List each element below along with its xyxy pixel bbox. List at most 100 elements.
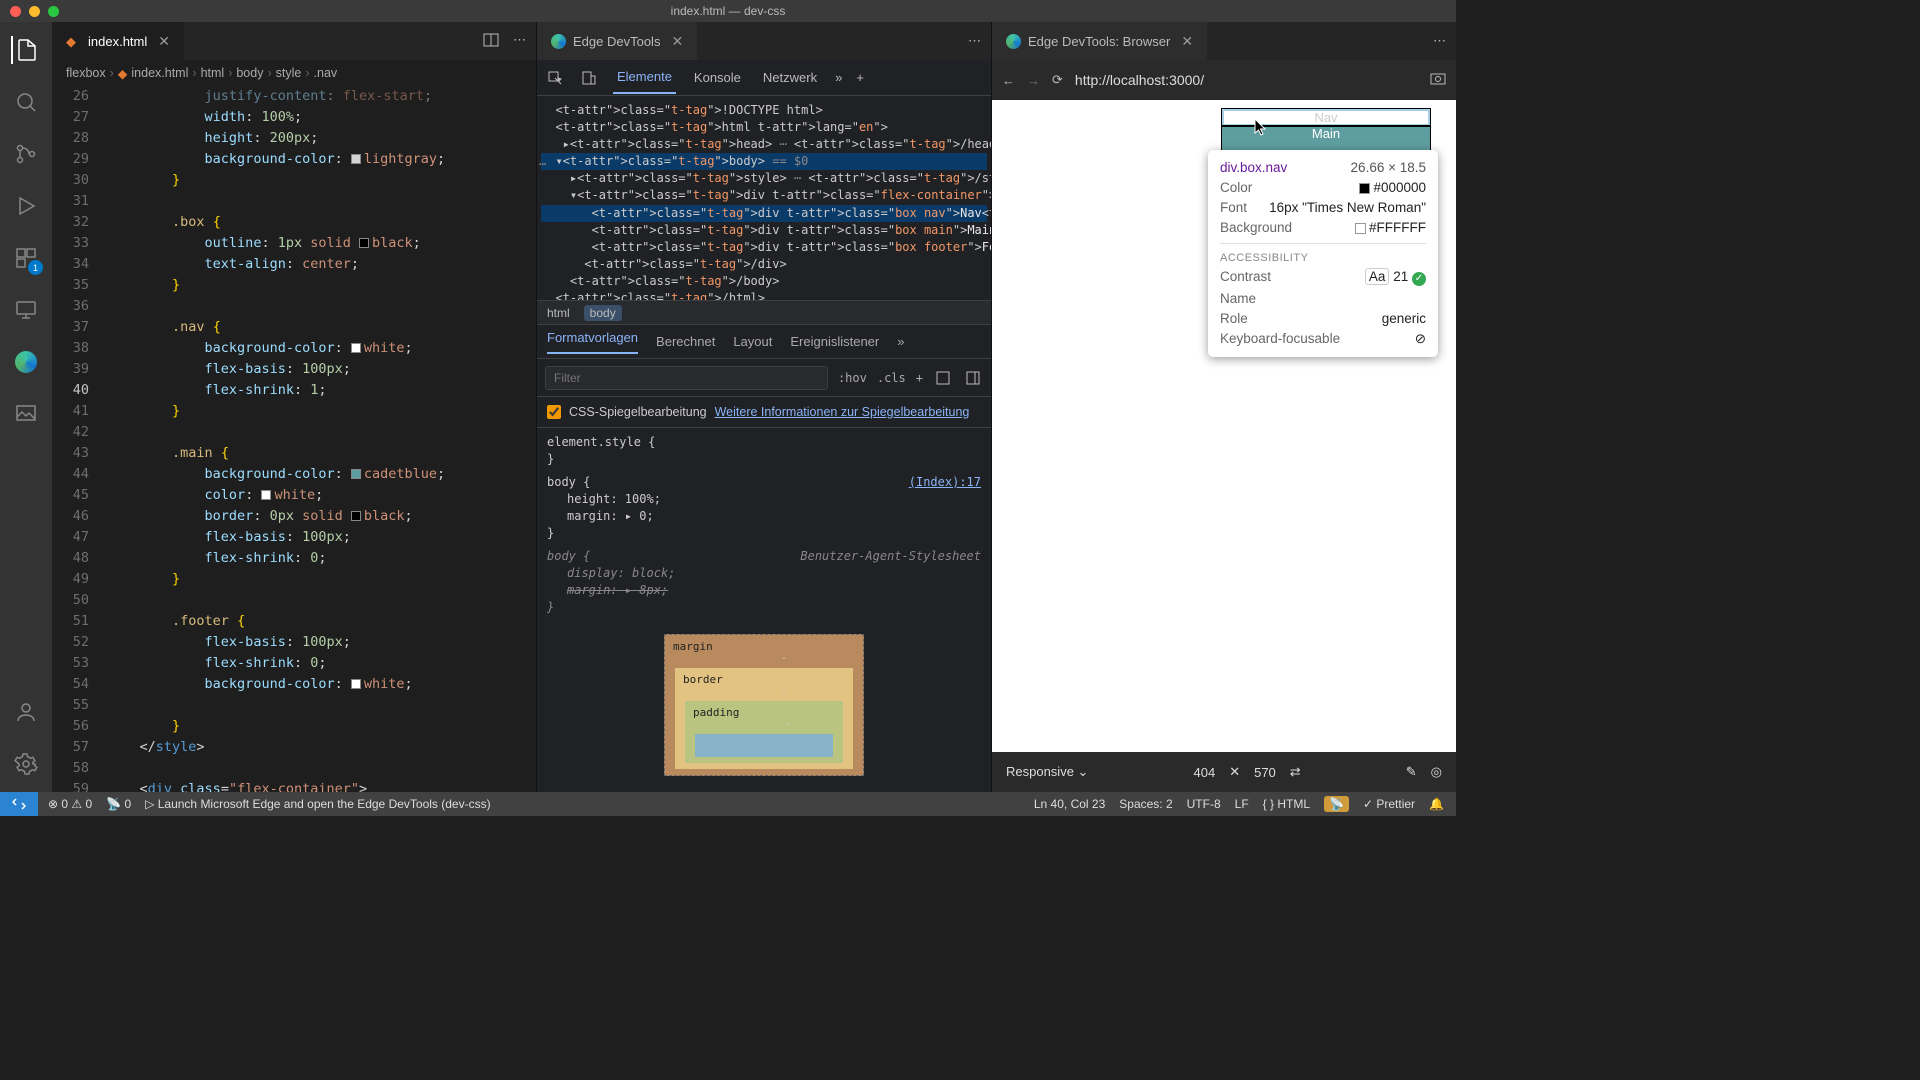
devtools-tab-row: Edge DevTools ✕ ⋯ bbox=[537, 22, 991, 60]
image-icon[interactable] bbox=[12, 400, 40, 428]
html-file-icon: ◆ bbox=[66, 34, 81, 49]
edge-icon bbox=[551, 34, 566, 49]
dom-breadcrumb[interactable]: html body bbox=[537, 301, 991, 325]
more-icon[interactable]: ⋯ bbox=[1433, 33, 1446, 49]
activity-bar bbox=[0, 22, 52, 792]
cls-button[interactable]: .cls bbox=[877, 371, 906, 385]
window-title: index.html — dev-css bbox=[671, 4, 786, 18]
encoding[interactable]: UTF-8 bbox=[1187, 797, 1221, 811]
browser-panel: Edge DevTools: Browser ✕ ⋯ ← → ⟳ Nav Mai… bbox=[992, 22, 1456, 792]
browser-tab-row: Edge DevTools: Browser ✕ ⋯ bbox=[992, 22, 1456, 60]
inspector-tooltip: div.box.nav26.66 × 18.5 Color#000000 Fon… bbox=[1208, 150, 1438, 357]
status-bar: ⊗ 0 ⚠ 0 📡 0 ▷ Launch Microsoft Edge and … bbox=[0, 792, 1456, 816]
not-focusable-icon: ⊘ bbox=[1415, 331, 1426, 347]
dimension-separator: ✕ bbox=[1229, 764, 1240, 780]
window-minimize[interactable] bbox=[29, 6, 40, 17]
launch-edge-button[interactable]: ▷ Launch Microsoft Edge and open the Edg… bbox=[145, 797, 490, 811]
close-icon[interactable]: ✕ bbox=[158, 33, 170, 50]
rotate-icon[interactable]: ⇄ bbox=[1290, 764, 1301, 780]
viewport-height[interactable]: 570 bbox=[1254, 765, 1276, 780]
reload-icon[interactable]: ⟳ bbox=[1052, 72, 1063, 88]
mirror-checkbox[interactable] bbox=[547, 405, 561, 419]
preview-canvas[interactable]: Nav Main Footer div.box.nav26.66 × 18.5 … bbox=[992, 100, 1456, 752]
remote-button[interactable] bbox=[0, 792, 38, 816]
indent-setting[interactable]: Spaces: 2 bbox=[1119, 797, 1172, 811]
settings-icon[interactable] bbox=[12, 750, 40, 778]
split-editor-icon[interactable] bbox=[483, 32, 499, 51]
device-toggle-icon[interactable] bbox=[579, 68, 599, 88]
mirror-info-link[interactable]: Weitere Informationen zur Spiegelbearbei… bbox=[715, 405, 970, 419]
responsive-bar: Responsive ⌄ 404 ✕ 570 ⇄ ✎ ◎ bbox=[992, 752, 1456, 792]
target-icon[interactable]: ◎ bbox=[1431, 764, 1442, 780]
extensions-icon[interactable] bbox=[12, 244, 40, 272]
filter-input[interactable] bbox=[545, 366, 828, 390]
editor-code: ◆ index.html ✕ ⋯ flexbox› ◆index.html› h… bbox=[52, 22, 537, 792]
tab-browser[interactable]: Edge DevTools: Browser ✕ bbox=[992, 22, 1207, 60]
go-live-icon[interactable]: 📡 bbox=[1324, 796, 1349, 812]
styles-filter-row: :hov .cls + bbox=[537, 359, 991, 397]
tab-styles[interactable]: Formatvorlagen bbox=[547, 330, 638, 354]
css-mirror-row: CSS-Spiegelbearbeitung Weitere Informati… bbox=[537, 397, 991, 428]
edge-icon bbox=[1006, 34, 1021, 49]
code-editor[interactable]: 2627282930313233343536373839404142434445… bbox=[52, 86, 536, 792]
close-icon[interactable]: ✕ bbox=[1181, 33, 1193, 50]
devtools-toolbar: Elemente Konsole Netzwerk » + bbox=[537, 60, 991, 96]
styles-tabs: Formatvorlagen Berechnet Layout Ereignis… bbox=[537, 325, 991, 359]
errors-count[interactable]: ⊗ 0 ⚠ 0 bbox=[48, 797, 92, 811]
source-control-icon[interactable] bbox=[12, 140, 40, 168]
computed-toggle-icon[interactable] bbox=[933, 368, 953, 388]
close-icon[interactable]: ✕ bbox=[671, 33, 683, 50]
tab-label: Edge DevTools bbox=[573, 34, 660, 49]
color-picker-icon[interactable]: ✎ bbox=[1406, 764, 1417, 780]
box-model[interactable]: margin- border- padding- bbox=[664, 634, 864, 776]
url-input[interactable] bbox=[1075, 72, 1418, 88]
tab-network[interactable]: Netzwerk bbox=[759, 62, 821, 93]
dom-tree[interactable]: ⋯ <t-attr">class="t-tag">!DOCTYPE html> … bbox=[537, 96, 991, 301]
port-forward[interactable]: 📡 0 bbox=[106, 797, 131, 811]
search-icon[interactable] bbox=[12, 88, 40, 116]
styles-body[interactable]: element.style { } body {(Index):17 heigh… bbox=[537, 428, 991, 792]
tab-elements[interactable]: Elemente bbox=[613, 61, 676, 94]
account-icon[interactable] bbox=[12, 698, 40, 726]
titlebar: index.html — dev-css bbox=[0, 0, 1456, 22]
nav-back-icon[interactable]: ← bbox=[1002, 73, 1015, 88]
tab-listeners[interactable]: Ereignislistener bbox=[790, 334, 879, 349]
cursor-position[interactable]: Ln 40, Col 23 bbox=[1034, 797, 1105, 811]
devtools-panel: Edge DevTools ✕ ⋯ Elemente Konsole Netzw… bbox=[537, 22, 992, 792]
eol[interactable]: LF bbox=[1235, 797, 1249, 811]
remote-icon[interactable] bbox=[12, 296, 40, 324]
prettier-status[interactable]: ✓ Prettier bbox=[1363, 797, 1415, 811]
add-tab-icon[interactable]: + bbox=[856, 70, 864, 85]
url-bar: ← → ⟳ bbox=[992, 60, 1456, 100]
breadcrumb[interactable]: flexbox› ◆index.html› html› body› style›… bbox=[52, 60, 536, 86]
tab-label: Edge DevTools: Browser bbox=[1028, 34, 1170, 49]
language-mode[interactable]: { } HTML bbox=[1263, 797, 1310, 811]
mirror-label: CSS-Spiegelbearbeitung bbox=[569, 405, 707, 419]
tab-computed[interactable]: Berechnet bbox=[656, 334, 715, 349]
add-rule-icon[interactable]: + bbox=[916, 371, 923, 385]
panel-toggle-icon[interactable] bbox=[963, 368, 983, 388]
hov-button[interactable]: :hov bbox=[838, 371, 867, 385]
editor-tabs: ◆ index.html ✕ ⋯ bbox=[52, 22, 536, 60]
window-maximize[interactable] bbox=[48, 6, 59, 17]
nav-forward-icon[interactable]: → bbox=[1027, 73, 1040, 88]
cursor-icon bbox=[1254, 118, 1268, 138]
run-debug-icon[interactable] bbox=[12, 192, 40, 220]
tab-index-html[interactable]: ◆ index.html ✕ bbox=[52, 22, 184, 60]
more-tabs-icon[interactable]: » bbox=[835, 70, 842, 85]
more-icon[interactable]: ⋯ bbox=[968, 33, 981, 49]
viewport-width[interactable]: 404 bbox=[1193, 765, 1215, 780]
screenshot-icon[interactable] bbox=[1430, 71, 1446, 90]
window-close[interactable] bbox=[10, 6, 21, 17]
tab-console[interactable]: Konsole bbox=[690, 62, 745, 93]
more-icon[interactable]: » bbox=[897, 334, 904, 349]
edge-tools-icon[interactable] bbox=[12, 348, 40, 376]
responsive-dropdown[interactable]: Responsive ⌄ bbox=[1006, 764, 1088, 780]
inspect-element-icon[interactable] bbox=[545, 68, 565, 88]
tab-devtools[interactable]: Edge DevTools ✕ bbox=[537, 22, 697, 60]
notifications-icon[interactable]: 🔔 bbox=[1429, 797, 1444, 811]
more-icon[interactable]: ⋯ bbox=[513, 32, 526, 51]
tab-label: index.html bbox=[88, 34, 147, 49]
explorer-icon[interactable] bbox=[11, 36, 39, 64]
tab-layout[interactable]: Layout bbox=[733, 334, 772, 349]
